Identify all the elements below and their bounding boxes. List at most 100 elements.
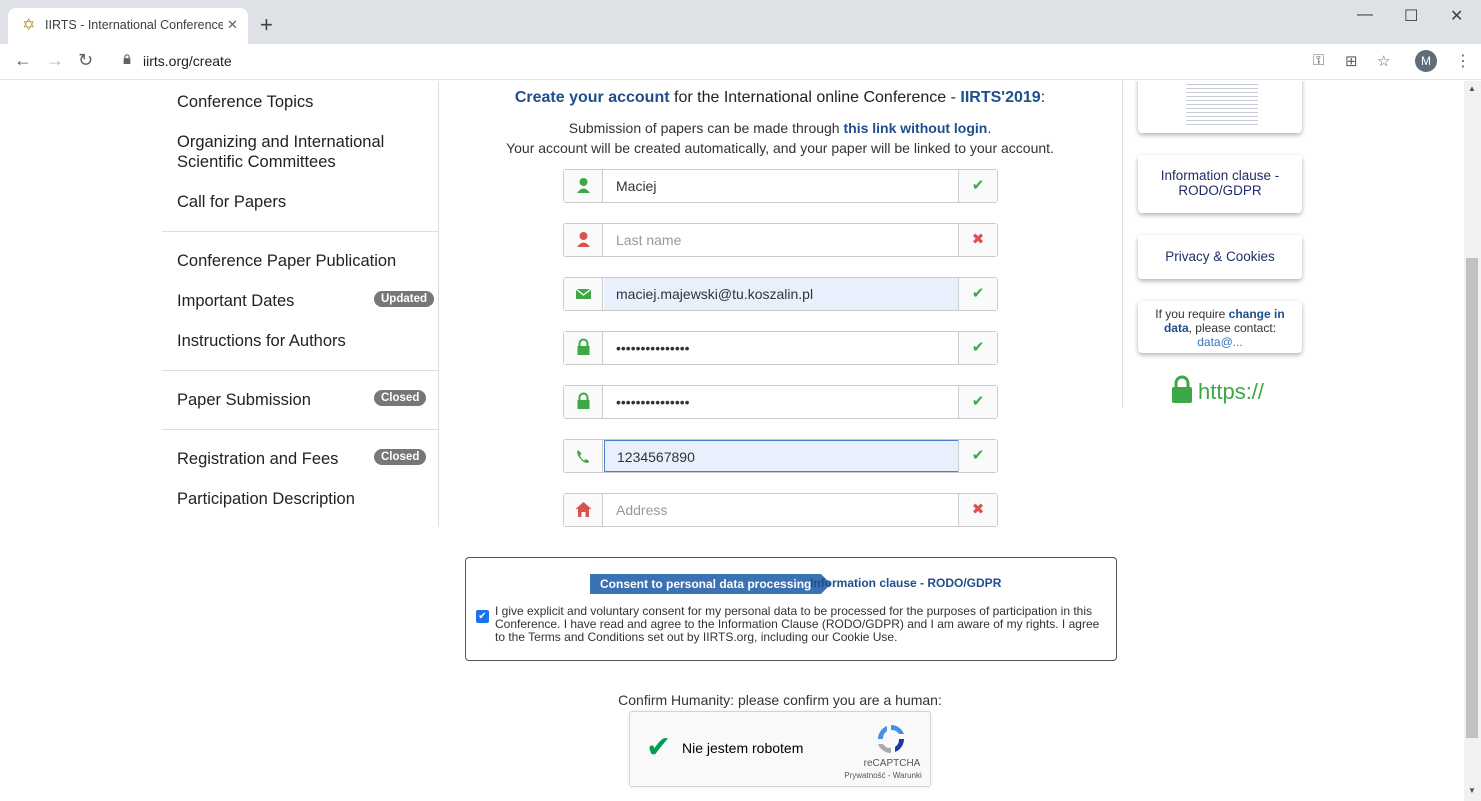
first-name-field: Maciej ✔	[563, 169, 998, 203]
sidebar-divider	[162, 231, 439, 232]
maximize-icon[interactable]: ☐	[1404, 6, 1418, 26]
star-icon[interactable]: ☆	[1377, 52, 1390, 70]
user-icon	[564, 170, 603, 202]
check-icon: ✔	[958, 440, 997, 472]
repeat-password-field: ••••••••••••••• ✔	[563, 385, 998, 419]
https-badge: https://	[1198, 379, 1265, 404]
key-icon[interactable]: ⚿	[1313, 52, 1324, 69]
sidebar-nav: Conference Topics Organizing and Interna…	[162, 81, 439, 527]
phone-field: 1234567890 ✔	[563, 439, 998, 473]
address-input[interactable]: Address	[604, 494, 959, 526]
right-column: Information clause - RODO/GDPR Privacy &…	[1122, 81, 1312, 407]
scrollbar-thumb[interactable]	[1466, 258, 1478, 738]
tab-bar: ✡ IIRTS - International Conference o ✕ +…	[0, 0, 1481, 44]
minimize-icon[interactable]: —	[1357, 6, 1373, 24]
new-tab-icon[interactable]: +	[260, 14, 273, 36]
checkmark-icon[interactable]: ✔	[646, 730, 671, 765]
back-icon[interactable]: ←	[14, 50, 32, 71]
status-badge: Closed	[374, 449, 427, 465]
consent-tag: Consent to personal data processing	[590, 574, 832, 594]
tab-title: IIRTS - International Conference o	[45, 18, 223, 32]
submission-end: .	[987, 120, 992, 136]
title-end: :	[1040, 89, 1046, 106]
lock-icon	[564, 386, 603, 418]
document-preview	[1186, 81, 1258, 125]
lock-icon	[564, 332, 603, 364]
check-icon: ✔	[958, 170, 997, 202]
address-field: Address ✖	[563, 493, 998, 527]
humanity-label: Confirm Humanity: please confirm you are…	[618, 692, 942, 708]
sidebar-item-registration[interactable]: Registration and Fees	[177, 449, 338, 469]
recaptcha-links[interactable]: Prywatność - Warunki	[838, 771, 928, 780]
sidebar-item-call-for-papers[interactable]: Call for Papers	[177, 192, 286, 212]
translate-icon[interactable]: ⊞	[1345, 52, 1358, 70]
privacy-cookies-button[interactable]: Privacy & Cookies	[1138, 235, 1302, 279]
cross-icon: ✖	[958, 224, 997, 256]
first-name-input[interactable]: Maciej	[604, 170, 959, 202]
password-input[interactable]: •••••••••••••••	[604, 332, 959, 364]
status-badge: Closed	[374, 390, 427, 406]
page-title: Create your account for the Internationa…	[440, 89, 1120, 107]
repeat-password-input[interactable]: •••••••••••••••	[604, 386, 959, 418]
email-input[interactable]: maciej.majewski@tu.koszalin.pl	[604, 278, 959, 310]
scroll-down-icon[interactable]: ▼	[1468, 786, 1476, 795]
information-clause-label: Information clause - RODO/GDPR	[1160, 168, 1280, 198]
envelope-icon	[564, 278, 603, 310]
account-note: Your account will be created automatical…	[506, 140, 1054, 156]
data-email-link[interactable]: data@...	[1197, 335, 1243, 349]
captcha-label: Nie jestem robotem	[682, 740, 804, 756]
secure-lock-icon[interactable]	[122, 54, 132, 64]
browser-tab[interactable]: ✡ IIRTS - International Conference o ✕	[8, 8, 248, 44]
close-tab-icon[interactable]: ✕	[227, 17, 238, 33]
address-bar[interactable]: iirts.org/create	[143, 53, 232, 69]
sidebar-item-important-dates[interactable]: Important Dates	[177, 291, 294, 311]
reload-icon[interactable]: ↻	[78, 50, 93, 71]
cross-icon: ✖	[958, 494, 997, 526]
browser-toolbar: ← → ↻ iirts.org/create ⚿ ⊞ ☆ M ⋮	[0, 44, 1481, 80]
sidebar-item-paper-submission[interactable]: Paper Submission	[177, 390, 311, 410]
conference-name: IIRTS'2019	[960, 89, 1041, 106]
email-field: maciej.majewski@tu.koszalin.pl ✔	[563, 277, 998, 311]
sidebar-item-instructions[interactable]: Instructions for Authors	[177, 331, 346, 351]
check-icon: ✔	[958, 278, 997, 310]
last-name-input[interactable]: Last name	[604, 224, 959, 256]
recaptcha-brand: reCAPTCHA	[863, 758, 921, 769]
sidebar-item-paper-publication[interactable]: Conference Paper Publication	[177, 251, 396, 271]
recaptcha-logo-icon	[878, 725, 904, 753]
check-icon: ✔	[958, 332, 997, 364]
status-badge: Updated	[374, 291, 434, 307]
https-lock-icon	[1172, 375, 1192, 403]
submission-text: Submission of papers can be made through	[568, 120, 844, 136]
home-icon	[564, 494, 603, 526]
site-favicon-icon: ✡	[22, 17, 36, 34]
recaptcha-widget[interactable]: ✔ Nie jestem robotem reCAPTCHA Prywatnoś…	[629, 711, 931, 787]
window-close-icon[interactable]: ✕	[1450, 6, 1463, 26]
document-thumbnail[interactable]	[1138, 81, 1302, 133]
no-login-link[interactable]: this link without login	[843, 120, 987, 136]
information-clause-link[interactable]: Information clause - RODO/GDPR	[810, 576, 1001, 590]
last-name-field: Last name ✖	[563, 223, 998, 257]
menu-icon[interactable]: ⋮	[1455, 51, 1471, 71]
sidebar-item-committees[interactable]: Organizing and International Scientific …	[177, 132, 427, 172]
create-account-link[interactable]: Create your account	[515, 89, 670, 106]
sidebar-item-conference-topics[interactable]: Conference Topics	[177, 92, 313, 112]
user-icon	[564, 224, 603, 256]
phone-input[interactable]: 1234567890	[604, 440, 959, 472]
sidebar-item-participation[interactable]: Participation Description	[177, 489, 355, 509]
note-end: , please contact:	[1188, 321, 1277, 335]
consent-text: I give explicit and voluntary consent fo…	[495, 604, 1100, 644]
privacy-cookies-label: Privacy & Cookies	[1165, 249, 1275, 264]
consent-checkbox[interactable]: ✔	[476, 610, 489, 623]
profile-avatar[interactable]: M	[1415, 50, 1437, 72]
submission-note: Submission of papers can be made through…	[440, 120, 1120, 136]
password-field: ••••••••••••••• ✔	[563, 331, 998, 365]
page-content: Conference Topics Organizing and Interna…	[0, 81, 1464, 801]
forward-icon[interactable]: →	[46, 50, 64, 71]
data-change-note: If you require change in data, please co…	[1138, 301, 1302, 353]
phone-icon	[564, 440, 603, 472]
scroll-up-icon[interactable]: ▲	[1468, 84, 1476, 93]
title-text: for the International online Conference …	[669, 89, 961, 106]
information-clause-button[interactable]: Information clause - RODO/GDPR	[1138, 155, 1302, 213]
check-icon: ✔	[958, 386, 997, 418]
sidebar-divider	[162, 429, 439, 430]
